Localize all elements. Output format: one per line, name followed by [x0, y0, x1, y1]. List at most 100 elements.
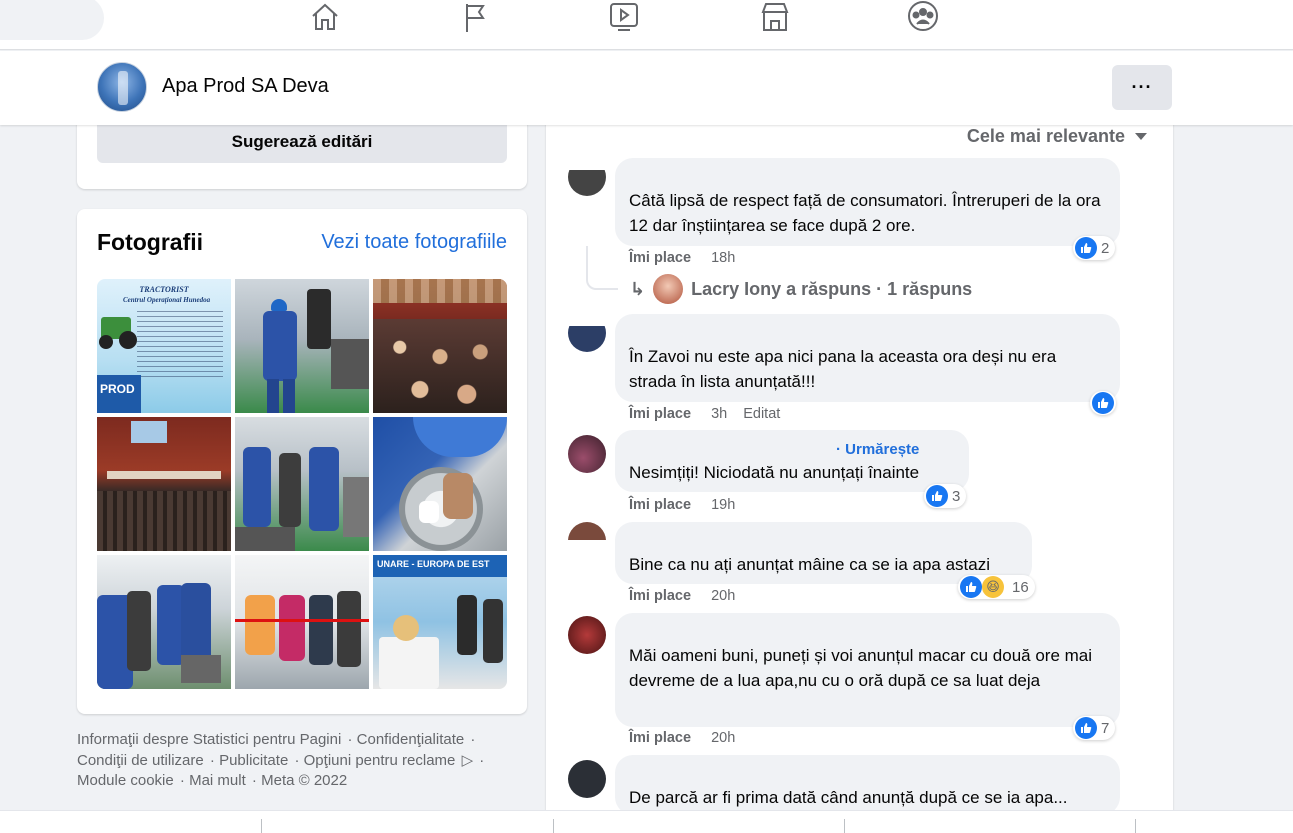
- reaction-count[interactable]: [1090, 391, 1116, 415]
- groups-icon[interactable]: [903, 0, 943, 34]
- photo-thumbnail-3[interactable]: [373, 279, 507, 413]
- comment-time[interactable]: 18h: [711, 250, 735, 266]
- footer-copyright: Meta © 2022: [261, 772, 348, 789]
- bottom-bar: [0, 810, 1293, 833]
- comment-bubble: De parcă ar fi prima dată când anunță du…: [615, 755, 1120, 815]
- follow-link[interactable]: · Urmărește: [836, 441, 919, 458]
- ad-choices-icon: ▷: [461, 751, 474, 769]
- search-bar[interactable]: [0, 0, 104, 40]
- comment-time[interactable]: 20h: [711, 588, 735, 604]
- comment-bubble: Câtă lipsă de respect față de consumator…: [615, 158, 1120, 246]
- photo-thumbnail-2[interactable]: [235, 279, 369, 413]
- commenter-avatar[interactable]: [568, 435, 606, 473]
- footer-link-insights[interactable]: Informaţii despre Statistici pentru Pagi…: [77, 731, 341, 748]
- photo-thumbnail-1[interactable]: TRACTORIST Centrul Operațional Hunedoa P…: [97, 279, 231, 413]
- like-reaction-icon: [1075, 717, 1097, 739]
- divider: [1135, 819, 1136, 833]
- comment-actions: Îmi place 20h: [629, 730, 735, 746]
- like-reaction-icon: [1075, 237, 1097, 259]
- page-header: Apa Prod SA Deva ···: [0, 51, 1293, 125]
- footer-links: Informaţii despre Statistici pentru Pagi…: [77, 731, 485, 789]
- caret-down-icon: [1135, 133, 1147, 140]
- flag-icon[interactable]: [455, 0, 495, 34]
- sort-dropdown[interactable]: Cele mai relevante: [967, 126, 1147, 147]
- divider: [261, 819, 262, 833]
- comment-actions: Îmi place 3h Editat: [629, 406, 780, 422]
- photo-thumbnail-5[interactable]: [235, 417, 369, 551]
- photo-1-brand: PROD: [100, 382, 135, 396]
- comment-actions: Îmi place 18h: [629, 250, 735, 266]
- divider: [553, 819, 554, 833]
- photo-1-title: TRACTORIST: [139, 285, 189, 294]
- page-name[interactable]: Apa Prod SA Deva: [162, 75, 329, 98]
- reaction-number: 16: [1012, 578, 1029, 596]
- footer-link-terms[interactable]: Condiţii de utilizare: [77, 752, 204, 769]
- photo-thumbnail-7[interactable]: [97, 555, 231, 689]
- reaction-count[interactable]: 3: [924, 484, 967, 508]
- commenter-avatar[interactable]: [568, 616, 606, 654]
- edited-label: Editat: [743, 406, 781, 422]
- reaction-number: 3: [952, 487, 961, 505]
- comment-actions: Îmi place 20h: [629, 588, 735, 604]
- reply-summary: Lacry Iony a răspuns · 1 răspuns: [691, 278, 973, 299]
- photos-card: Fotografii Vezi toate fotografiile TRACT…: [77, 209, 527, 714]
- reaction-count[interactable]: 😆 16: [958, 575, 1035, 599]
- commenter-avatar[interactable]: [568, 170, 606, 196]
- comment-text: Câtă lipsă de respect față de consumator…: [629, 191, 1101, 235]
- comment-time[interactable]: 3h: [711, 406, 727, 422]
- comment-text: De parcă ar fi prima dată când anunță du…: [629, 788, 1068, 807]
- like-link[interactable]: Îmi place: [629, 588, 691, 604]
- footer-link-cookies[interactable]: Module cookie: [77, 772, 174, 789]
- sort-label: Cele mai relevante: [966, 126, 1125, 146]
- photo-thumbnail-4[interactable]: [97, 417, 231, 551]
- top-navigation: [0, 0, 1293, 50]
- comment-time[interactable]: 19h: [711, 497, 735, 513]
- commenter-avatar[interactable]: [568, 522, 606, 540]
- comment-text: Bine ca nu ați anunțat mâine ca se ia ap…: [629, 555, 991, 574]
- video-icon[interactable]: [604, 0, 644, 34]
- comment-text: Nesimțiți! Niciodată nu anunțați înainte: [629, 463, 920, 482]
- like-link[interactable]: Îmi place: [629, 406, 691, 422]
- page-avatar[interactable]: [97, 62, 147, 112]
- like-reaction-icon: [1092, 392, 1114, 414]
- footer-link-more[interactable]: Mai mult: [189, 772, 246, 789]
- like-reaction-icon: [960, 576, 982, 598]
- photo-9-banner: UNARE - EUROPA DE EST: [377, 559, 490, 569]
- footer-link-privacy[interactable]: Confidenţialitate: [357, 731, 465, 748]
- photo-thumbnail-6[interactable]: [373, 417, 507, 551]
- view-replies-link[interactable]: ↳ Lacry Iony a răspuns · 1 răspuns: [630, 274, 972, 304]
- marketplace-icon[interactable]: [755, 0, 795, 34]
- comment-bubble: Nesimțiți! Niciodată nu anunțați înainte: [615, 430, 969, 492]
- comment-actions: Îmi place 19h: [629, 497, 735, 513]
- photo-thumbnail-8[interactable]: [235, 555, 369, 689]
- comments-panel: Cele mai relevante Câtă lipsă de respect…: [546, 100, 1173, 833]
- like-reaction-icon: [926, 485, 948, 507]
- reaction-number: 7: [1101, 719, 1110, 737]
- more-options-button[interactable]: ···: [1112, 65, 1172, 110]
- footer-link-ad-choices[interactable]: Opţiuni pentru reclame: [304, 752, 456, 769]
- commenter-avatar[interactable]: [568, 760, 606, 798]
- photo-1-subtitle: Centrul Operațional Hunedoa: [123, 296, 211, 304]
- thread-line: [586, 246, 618, 290]
- home-icon[interactable]: [305, 0, 345, 34]
- comment-bubble: În Zavoi nu este apa nici pana la aceast…: [615, 314, 1120, 402]
- see-all-photos-link[interactable]: Vezi toate fotografiile: [321, 231, 507, 254]
- reaction-count[interactable]: 2: [1073, 236, 1116, 260]
- like-link[interactable]: Îmi place: [629, 497, 691, 513]
- reply-arrow-icon: ↳: [630, 278, 646, 299]
- haha-reaction-icon: 😆: [982, 576, 1004, 598]
- suggest-edits-button[interactable]: Sugerează editări: [97, 120, 507, 163]
- comment-text: Măi oameni buni, puneți și voi anunțul m…: [629, 646, 1093, 690]
- like-link[interactable]: Îmi place: [629, 730, 691, 746]
- reaction-count[interactable]: 7: [1073, 716, 1116, 740]
- footer-link-advertising[interactable]: Publicitate: [219, 752, 288, 769]
- commenter-avatar[interactable]: [568, 326, 606, 352]
- comment-bubble: Măi oameni buni, puneți și voi anunțul m…: [615, 613, 1120, 727]
- comment-text: În Zavoi nu este apa nici pana la aceast…: [629, 347, 1057, 391]
- comment-time[interactable]: 20h: [711, 730, 735, 746]
- photos-title: Fotografii: [97, 229, 204, 255]
- divider: [844, 819, 845, 833]
- replier-avatar: [653, 274, 684, 304]
- like-link[interactable]: Îmi place: [629, 250, 691, 266]
- photo-thumbnail-9[interactable]: UNARE - EUROPA DE EST: [373, 555, 507, 689]
